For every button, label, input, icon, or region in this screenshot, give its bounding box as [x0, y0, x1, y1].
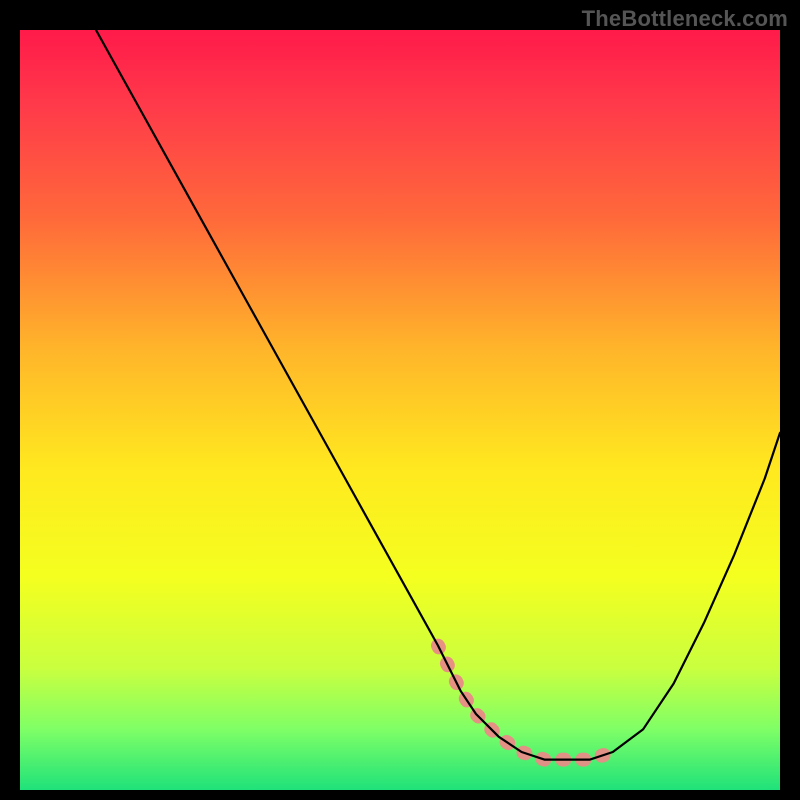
- chart-svg: [20, 30, 780, 790]
- gradient-background: [20, 30, 780, 790]
- chart-stage: TheBottleneck.com: [0, 0, 800, 800]
- watermark-text: TheBottleneck.com: [582, 6, 788, 32]
- plot-area: [20, 30, 780, 790]
